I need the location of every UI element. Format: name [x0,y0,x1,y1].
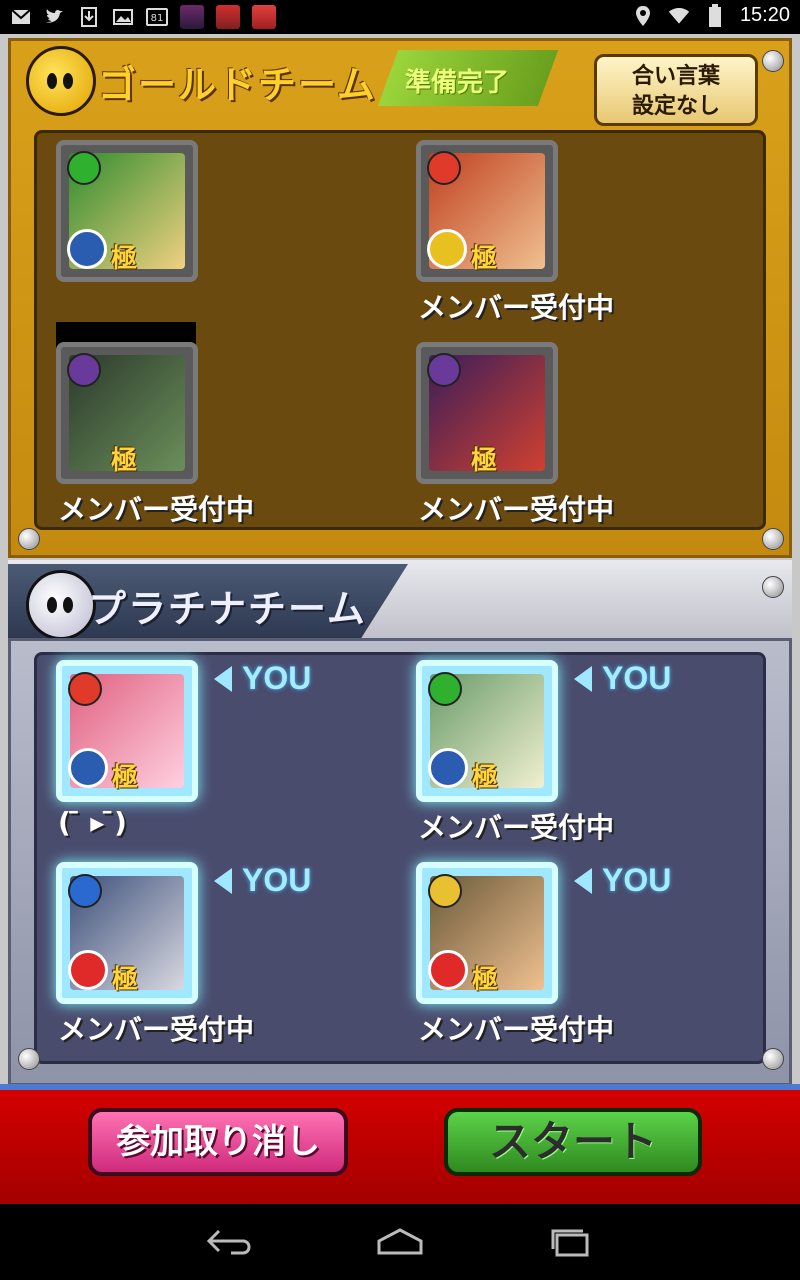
back-icon [206,1229,251,1255]
gold-slot-3[interactable]: 極 [56,342,198,484]
you-indicator: YOU [214,862,311,899]
recruiting-label: メンバー受付中 [418,291,615,324]
you-label: YOU [602,862,672,898]
gold-cat-icon [26,46,96,116]
battery-icon [704,3,726,27]
password-status: 設定なし [631,94,720,119]
rank-label: 極 [112,965,139,995]
fire-element-icon [427,151,461,185]
start-button[interactable]: スタート [444,1108,702,1176]
wifi-icon [668,5,690,27]
recruiting-label: メンバー受付中 [418,1013,615,1046]
bolt-icon [762,1048,784,1070]
you-indicator: YOU [574,862,671,899]
player-name: ( ̄ ▸ ̄) [58,806,127,839]
bolt-icon [18,528,40,550]
water-element-icon [68,874,102,908]
platinum-team-title: プラチナチーム [88,587,367,631]
left-arrow-icon [214,867,232,894]
bolt-icon [762,528,784,550]
status-bar: 81 15:20 [0,0,800,34]
platinum-slot-4[interactable]: 極 [416,862,558,1004]
password-label: 合い言葉 [631,64,720,89]
left-arrow-icon [214,665,232,692]
gmail-icon [10,6,32,28]
balance-type-icon [68,748,108,788]
game-thumb-icon [252,5,276,29]
game-thumb-icon [180,5,204,29]
android-nav-bar [0,1204,800,1280]
wood-element-icon [67,151,101,185]
you-label: YOU [242,660,312,696]
back-button[interactable] [200,1224,260,1260]
power-type-icon [427,229,467,269]
cancel-participation-button[interactable]: 参加取り消し [88,1108,348,1176]
rank-label: 極 [472,965,499,995]
rank-label: 極 [112,763,139,793]
balance-type-icon [67,229,107,269]
rank-label: 極 [111,244,138,274]
image-icon [112,6,134,28]
gold-team-title: ゴールドチーム [98,63,377,107]
password-setting-button[interactable]: 合い言葉 設定なし [594,54,758,126]
recruiting-label: メンバー受付中 [58,1013,255,1046]
gold-slot-1[interactable]: 極 [56,140,198,282]
twitter-icon [44,6,66,28]
speed-type-icon [68,950,108,990]
light-element-icon [428,874,462,908]
you-label: YOU [242,862,312,898]
gold-slot-2[interactable]: 極 [416,140,558,282]
left-arrow-icon [574,867,592,894]
rank-label: 極 [471,446,498,476]
platinum-slot-2[interactable]: 極 [416,660,558,802]
rank-label: 極 [111,446,138,476]
gold-slot-4[interactable]: 極 [416,342,558,484]
rank-label: 極 [472,763,499,793]
bolt-icon [762,50,784,72]
balance-type-icon [428,748,468,788]
download-icon [78,6,100,28]
bolt-icon [762,576,784,598]
clock: 15:20 [739,4,790,26]
dark-element-icon [67,353,101,387]
recents-button[interactable] [540,1224,600,1260]
recruiting-label: メンバー受付中 [418,811,615,844]
location-icon [632,5,654,27]
bolt-icon [18,1048,40,1070]
dark-element-icon [427,353,461,387]
badge-icon: 81 [146,8,168,26]
fire-element-icon [68,672,102,706]
platinum-slot-1[interactable]: 極 [56,660,198,802]
gold-team-header: ゴールドチーム 準備完了 合い言葉 設定なし [10,40,790,126]
speed-type-icon [428,950,468,990]
you-indicator: YOU [574,660,671,697]
home-button[interactable] [370,1224,430,1260]
recents-icon [551,1229,589,1257]
notification-icons: 81 [10,5,276,29]
ready-label: 準備完了 [405,68,510,98]
recruiting-label: メンバー受付中 [58,493,255,526]
game-thumb-icon [216,5,240,29]
rank-label: 極 [471,244,498,274]
left-arrow-icon [574,665,592,692]
home-icon [377,1228,423,1255]
platinum-slot-3[interactable]: 極 [56,862,198,1004]
wood-element-icon [428,672,462,706]
game-screen: ゴールドチーム 準備完了 合い言葉 設定なし 極 極 メンバー受付中 極 メンバ… [0,34,800,1204]
platinum-cat-icon [26,570,96,640]
system-icons: 15:20 [632,3,790,27]
you-indicator: YOU [214,660,311,697]
you-label: YOU [602,660,672,696]
recruiting-label: メンバー受付中 [418,493,615,526]
